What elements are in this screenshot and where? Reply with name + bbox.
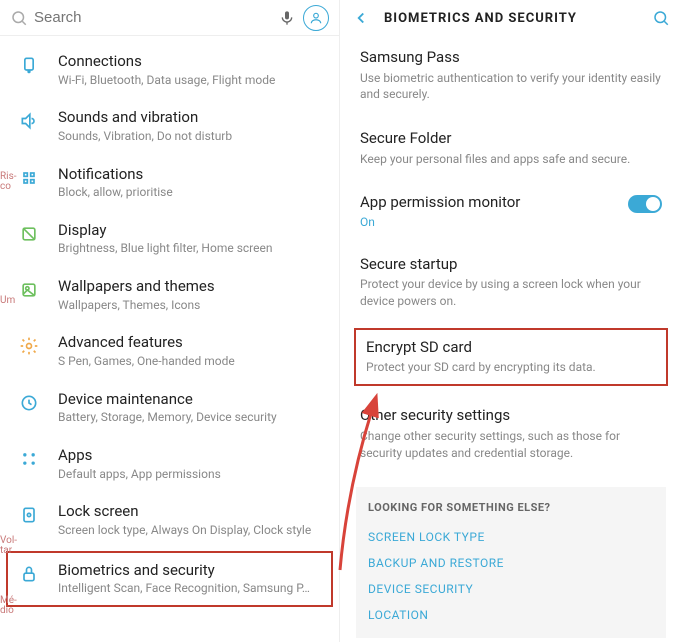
security-sections: Samsung Pass Use biometric authenticatio…: [340, 36, 682, 638]
link-device-security[interactable]: DEVICE SECURITY: [368, 576, 654, 602]
item-sub: S Pen, Games, One-handed mode: [58, 353, 325, 370]
section-title: Secure Folder: [360, 129, 662, 149]
wallpapers-icon: [18, 279, 40, 301]
section-other-security[interactable]: Other security settings Change other sec…: [342, 394, 680, 475]
section-sub: On: [360, 215, 662, 229]
sounds-icon: [18, 110, 40, 132]
section-title: Encrypt SD card: [366, 338, 656, 358]
search-input[interactable]: [34, 9, 271, 26]
section-sub: Protect your SD card by encrypting its d…: [366, 359, 656, 376]
search-icon[interactable]: [652, 9, 670, 27]
detail-header: BIOMETRICS AND SECURITY: [340, 0, 682, 36]
settings-item-display[interactable]: DisplayBrightness, Blue light filter, Ho…: [0, 211, 339, 267]
section-title: Secure startup: [360, 255, 662, 275]
section-sub: Change other security settings, such as …: [360, 428, 662, 462]
advanced-icon: [18, 335, 40, 357]
item-sub: Screen lock type, Always On Display, Clo…: [58, 522, 325, 539]
section-title: App permission monitor: [360, 193, 662, 213]
back-icon[interactable]: [352, 9, 370, 27]
settings-item-lockscreen[interactable]: Lock screenScreen lock type, Always On D…: [0, 492, 339, 548]
item-title: Connections: [58, 52, 325, 72]
settings-item-wallpapers[interactable]: Wallpapers and themesWallpapers, Themes,…: [0, 267, 339, 323]
settings-item-connections[interactable]: ConnectionsWi-Fi, Bluetooth, Data usage,…: [0, 42, 339, 98]
link-location[interactable]: LOCATION: [368, 602, 654, 628]
item-title: Advanced features: [58, 333, 325, 353]
encrypt-highlight: Encrypt SD card Protect your SD card by …: [354, 328, 668, 386]
apps-icon: [18, 448, 40, 470]
section-secure-folder[interactable]: Secure Folder Keep your personal files a…: [342, 117, 680, 181]
item-sub: Sounds, Vibration, Do not disturb: [58, 128, 325, 145]
item-sub: Brightness, Blue light filter, Home scre…: [58, 240, 325, 257]
maintenance-icon: [18, 392, 40, 414]
settings-list: ConnectionsWi-Fi, Bluetooth, Data usage,…: [0, 36, 339, 607]
section-samsung-pass[interactable]: Samsung Pass Use biometric authenticatio…: [342, 36, 680, 117]
settings-item-sounds[interactable]: Sounds and vibrationSounds, Vibration, D…: [0, 98, 339, 154]
section-app-permission[interactable]: App permission monitor On: [342, 181, 680, 243]
section-title: Samsung Pass: [360, 48, 662, 68]
biometrics-detail-panel: BIOMETRICS AND SECURITY Samsung Pass Use…: [340, 0, 682, 642]
settings-item-biometrics[interactable]: Biometrics and securityIntelligent Scan,…: [18, 561, 321, 597]
settings-item-apps[interactable]: AppsDefault apps, App permissions: [0, 436, 339, 492]
search-bar: [0, 0, 339, 36]
settings-item-maintenance[interactable]: Device maintenanceBattery, Storage, Memo…: [0, 380, 339, 436]
looking-title: LOOKING FOR SOMETHING ELSE?: [368, 501, 654, 514]
item-title: Apps: [58, 446, 325, 466]
profile-icon[interactable]: [303, 5, 329, 31]
section-sub: Protect your device by using a screen lo…: [360, 276, 662, 310]
item-sub: Block, allow, prioritise: [58, 184, 325, 201]
mic-icon[interactable]: [279, 10, 295, 26]
item-title: Display: [58, 221, 325, 241]
item-sub: Wallpapers, Themes, Icons: [58, 297, 325, 314]
display-icon: [18, 223, 40, 245]
link-backup-restore[interactable]: BACKUP AND RESTORE: [368, 550, 654, 576]
item-sub: Battery, Storage, Memory, Device securit…: [58, 409, 325, 426]
page-title: BIOMETRICS AND SECURITY: [384, 11, 652, 26]
biometrics-icon: [18, 563, 40, 585]
biometrics-highlight: Biometrics and securityIntelligent Scan,…: [6, 551, 333, 607]
settings-item-notifications[interactable]: NotificationsBlock, allow, prioritise: [0, 155, 339, 211]
toggle-switch[interactable]: [628, 195, 662, 213]
settings-item-advanced[interactable]: Advanced featuresS Pen, Games, One-hande…: [0, 323, 339, 379]
section-sub: Keep your personal files and apps safe a…: [360, 151, 662, 168]
lockscreen-icon: [18, 504, 40, 526]
search-icon: [10, 9, 28, 27]
item-sub: Intelligent Scan, Face Recognition, Sams…: [58, 580, 321, 597]
item-title: Wallpapers and themes: [58, 277, 325, 297]
item-title: Device maintenance: [58, 390, 325, 410]
settings-main-panel: Ris-co Um Vol-tar Mé-dio ConnectionsWi-F…: [0, 0, 340, 642]
section-sub: Use biometric authentication to verify y…: [360, 70, 662, 104]
item-title: Lock screen: [58, 502, 325, 522]
item-title: Biometrics and security: [58, 561, 321, 581]
section-secure-startup[interactable]: Secure startup Protect your device by us…: [342, 243, 680, 324]
section-encrypt-sd[interactable]: Encrypt SD card Protect your SD card by …: [366, 338, 656, 376]
link-screen-lock[interactable]: SCREEN LOCK TYPE: [368, 524, 654, 550]
connections-icon: [18, 54, 40, 76]
item-title: Notifications: [58, 165, 325, 185]
item-sub: Wi-Fi, Bluetooth, Data usage, Flight mod…: [58, 72, 325, 89]
item-sub: Default apps, App permissions: [58, 466, 325, 483]
looking-for-box: LOOKING FOR SOMETHING ELSE? SCREEN LOCK …: [356, 487, 666, 638]
item-title: Sounds and vibration: [58, 108, 325, 128]
section-title: Other security settings: [360, 406, 662, 426]
notifications-icon: [18, 167, 40, 189]
